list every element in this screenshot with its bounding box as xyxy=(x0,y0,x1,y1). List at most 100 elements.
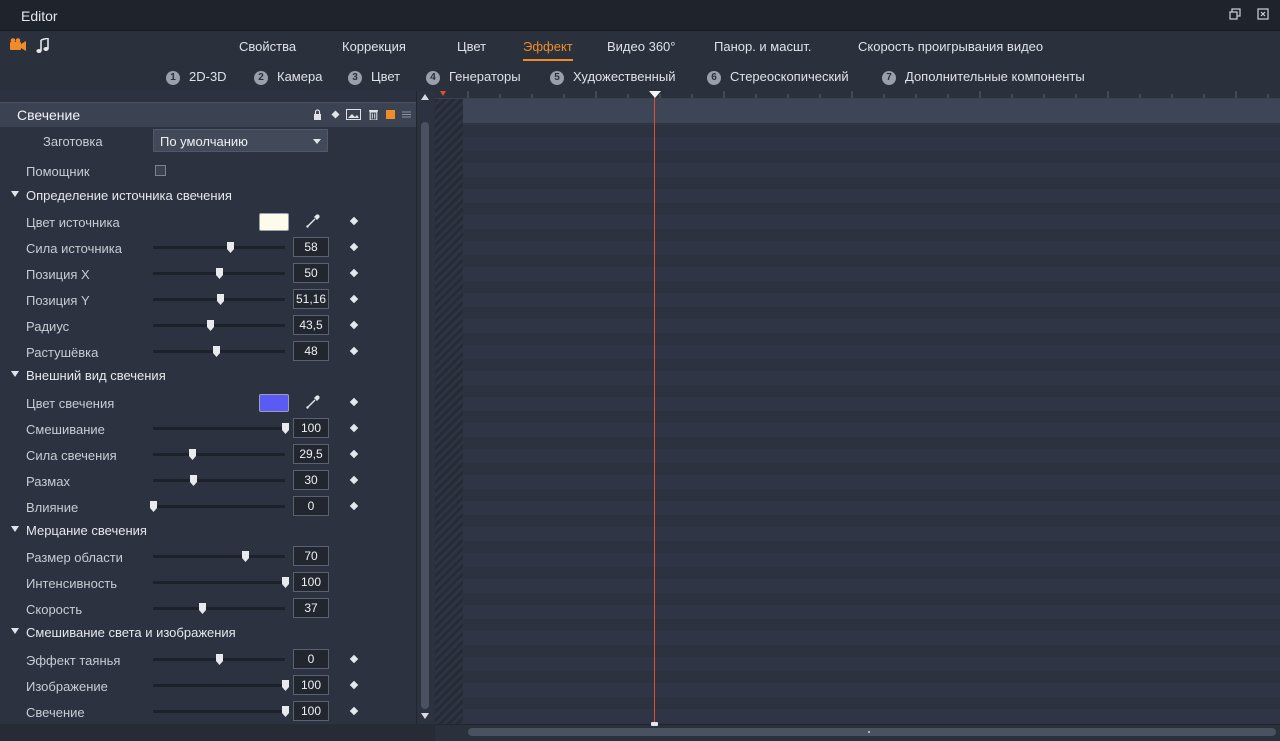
slider-thumb[interactable] xyxy=(188,449,196,460)
effect-toggle-icon[interactable] xyxy=(385,109,396,120)
eyedropper-icon[interactable] xyxy=(305,394,321,410)
playhead-line[interactable] xyxy=(654,91,655,724)
section-light-image-blend[interactable]: Смешивание света и изображения xyxy=(0,620,416,644)
drag-handle-icon[interactable] xyxy=(401,109,412,120)
source-strength-value[interactable]: 58 xyxy=(293,237,329,257)
tab-color[interactable]: Цвет xyxy=(457,39,486,54)
collapse-triangle-icon[interactable] xyxy=(11,371,19,377)
keyframe-diamond-icon[interactable] xyxy=(349,706,359,716)
lock-icon[interactable] xyxy=(312,109,323,120)
keyframe-diamond-icon[interactable] xyxy=(349,423,359,433)
scroll-up-icon[interactable] xyxy=(421,94,429,100)
position-x-value[interactable]: 50 xyxy=(293,263,329,283)
slider-thumb[interactable] xyxy=(217,294,225,305)
image-value[interactable]: 100 xyxy=(293,675,329,695)
keyframe-diamond-icon[interactable] xyxy=(349,680,359,690)
restore-window-icon[interactable] xyxy=(1229,8,1241,20)
position-y-value[interactable]: 51,16 xyxy=(293,289,329,309)
keyframe-diamond-icon[interactable] xyxy=(349,320,359,330)
tab-correction[interactable]: Коррекция xyxy=(342,39,406,54)
tab-properties[interactable]: Свойства xyxy=(239,39,296,54)
keyframe-diamond-icon[interactable] xyxy=(349,216,359,226)
section-source[interactable]: Определение источника свечения xyxy=(0,183,416,207)
slider-thumb[interactable] xyxy=(150,501,157,512)
image-mask-icon[interactable] xyxy=(346,109,361,120)
tab-video-360[interactable]: Видео 360° xyxy=(607,39,675,54)
glow-slider[interactable] xyxy=(153,706,289,717)
influence-value[interactable]: 0 xyxy=(293,496,329,516)
position-y-slider[interactable] xyxy=(153,294,285,305)
keyframe-diamond-icon[interactable] xyxy=(349,397,359,407)
source-strength-slider[interactable] xyxy=(153,242,285,253)
collapse-triangle-icon[interactable] xyxy=(11,628,19,634)
slider-thumb[interactable] xyxy=(216,654,223,665)
subtab-generators[interactable]: 4 Генераторы xyxy=(426,69,521,85)
slider-thumb[interactable] xyxy=(282,423,289,434)
scrollbar-thumb[interactable] xyxy=(421,122,429,709)
eyedropper-icon[interactable] xyxy=(305,213,321,229)
subtab-extra-components[interactable]: 7 Дополнительные компоненты xyxy=(882,69,1085,85)
glow-strength-slider[interactable] xyxy=(153,449,285,460)
slider-thumb[interactable] xyxy=(242,551,250,562)
glow-color-swatch[interactable] xyxy=(259,394,289,412)
subtab-stereoscopic[interactable]: 6 Стереоскопический xyxy=(707,69,849,85)
subtab-camera[interactable]: 2 Камера xyxy=(254,69,322,85)
tab-playback-speed[interactable]: Скорость проигрывания видео xyxy=(858,39,1043,54)
keyframe-diamond-icon[interactable] xyxy=(349,449,359,459)
keyframe-diamond-icon[interactable] xyxy=(349,242,359,252)
trash-icon[interactable] xyxy=(368,109,379,120)
keyframe-diamond-icon[interactable] xyxy=(349,654,359,664)
keyframe-diamond-icon[interactable] xyxy=(349,268,359,278)
subtab-2d-3d[interactable]: 1 2D-3D xyxy=(166,69,227,85)
feather-slider[interactable] xyxy=(153,346,285,357)
slider-thumb[interactable] xyxy=(213,346,221,357)
timeline-ruler[interactable] xyxy=(435,91,1280,99)
close-window-icon[interactable] xyxy=(1257,8,1269,20)
spread-value[interactable]: 30 xyxy=(293,470,329,490)
melt-slider[interactable] xyxy=(153,654,285,665)
timeline-scrollbar[interactable] xyxy=(435,722,1280,741)
helper-checkbox[interactable] xyxy=(155,165,166,176)
subtab-artistic[interactable]: 5 Художественный xyxy=(550,69,675,85)
area-size-value[interactable]: 70 xyxy=(293,546,329,566)
timeline-tracks[interactable] xyxy=(435,99,1280,724)
slider-thumb[interactable] xyxy=(189,475,197,486)
feather-value[interactable]: 48 xyxy=(293,341,329,361)
slider-thumb[interactable] xyxy=(207,320,215,331)
section-flicker[interactable]: Мерцание свечения xyxy=(0,518,416,542)
slider-thumb[interactable] xyxy=(198,603,206,614)
subtab-color[interactable]: 3 Цвет xyxy=(348,69,400,85)
section-appearance[interactable]: Внешний вид свечения xyxy=(0,363,416,387)
keyframe-diamond-icon[interactable] xyxy=(349,475,359,485)
keyframe-diamond-icon[interactable] xyxy=(349,294,359,304)
panel-scrollbar[interactable] xyxy=(416,91,435,724)
playhead-handle[interactable] xyxy=(649,91,661,98)
position-x-slider[interactable] xyxy=(153,268,285,279)
effect-header[interactable]: Свечение xyxy=(0,102,416,127)
slider-thumb[interactable] xyxy=(282,706,289,717)
keyframe-diamond-icon[interactable] xyxy=(330,109,341,120)
collapse-triangle-icon[interactable] xyxy=(11,526,19,532)
area-size-slider[interactable] xyxy=(153,551,285,562)
keyframe-timeline[interactable] xyxy=(435,91,1280,724)
influence-slider[interactable] xyxy=(150,501,285,512)
slider-thumb[interactable] xyxy=(216,268,223,279)
keyframe-diamond-icon[interactable] xyxy=(349,501,359,511)
tab-effect[interactable]: Эффект xyxy=(523,39,573,61)
spread-slider[interactable] xyxy=(153,475,285,486)
blending-value[interactable]: 100 xyxy=(293,418,329,438)
glow-value[interactable]: 100 xyxy=(293,701,329,721)
radius-value[interactable]: 43,5 xyxy=(293,315,329,335)
radius-slider[interactable] xyxy=(153,320,285,331)
slider-thumb[interactable] xyxy=(282,680,289,691)
speed-value[interactable]: 37 xyxy=(293,598,329,618)
collapse-triangle-icon[interactable] xyxy=(11,191,19,197)
blending-slider[interactable] xyxy=(153,423,289,434)
tab-pan-zoom[interactable]: Панор. и масшт. xyxy=(714,39,812,54)
scrollbar-thumb[interactable] xyxy=(468,728,1276,736)
slider-thumb[interactable] xyxy=(226,242,234,253)
intensity-value[interactable]: 100 xyxy=(293,572,329,592)
source-color-swatch[interactable] xyxy=(259,213,289,231)
image-slider[interactable] xyxy=(153,680,289,691)
keyframe-diamond-icon[interactable] xyxy=(349,346,359,356)
